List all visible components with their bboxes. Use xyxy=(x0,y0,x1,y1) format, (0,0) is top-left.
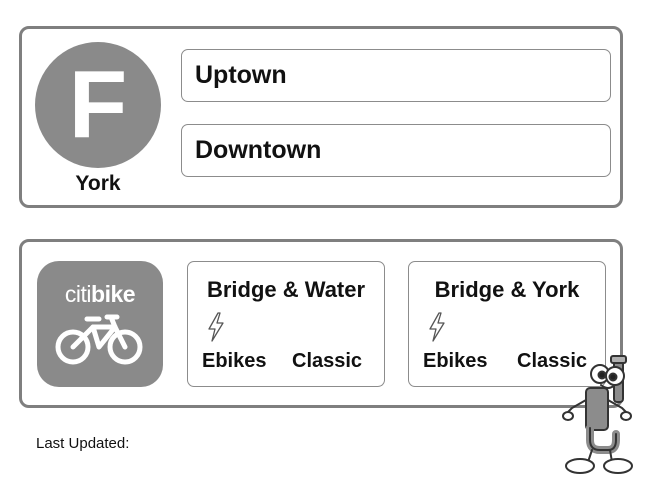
pipe-mascot-icon xyxy=(562,355,633,474)
subway-station-name: York xyxy=(75,172,121,195)
uptown-label: Uptown xyxy=(195,61,287,89)
lightning-bolt-icon xyxy=(429,312,445,342)
ebikes-label: Ebikes xyxy=(202,350,267,372)
uptown-box: Uptown xyxy=(181,49,611,102)
bike-station-name: Bridge & York xyxy=(434,277,580,302)
citibike-panel: citibike Bridge & Water Ebikes Classic B… xyxy=(19,239,623,408)
citibike-logo: citibike xyxy=(37,261,163,387)
bicycle-icon xyxy=(55,314,143,365)
logo-text-bike: bike xyxy=(91,281,136,307)
downtown-label: Downtown xyxy=(195,136,322,164)
bike-station-name: Bridge & Water xyxy=(206,277,366,302)
route-bullet-icon: F xyxy=(35,42,161,168)
classic-label: Classic xyxy=(292,350,363,372)
lightning-bolt-icon xyxy=(208,312,224,342)
last-updated-label: Last Updated: xyxy=(36,435,130,452)
downtown-box: Downtown xyxy=(181,124,611,177)
ebikes-label: Ebikes xyxy=(423,350,488,372)
citibike-wordmark: citibike xyxy=(37,281,163,308)
logo-text-citi: citi xyxy=(64,281,92,307)
subway-panel: F York Uptown Downtown xyxy=(19,26,623,208)
route-letter: F xyxy=(68,51,128,158)
bike-station-card-bridge-water: Bridge & Water Ebikes Classic xyxy=(187,261,385,387)
